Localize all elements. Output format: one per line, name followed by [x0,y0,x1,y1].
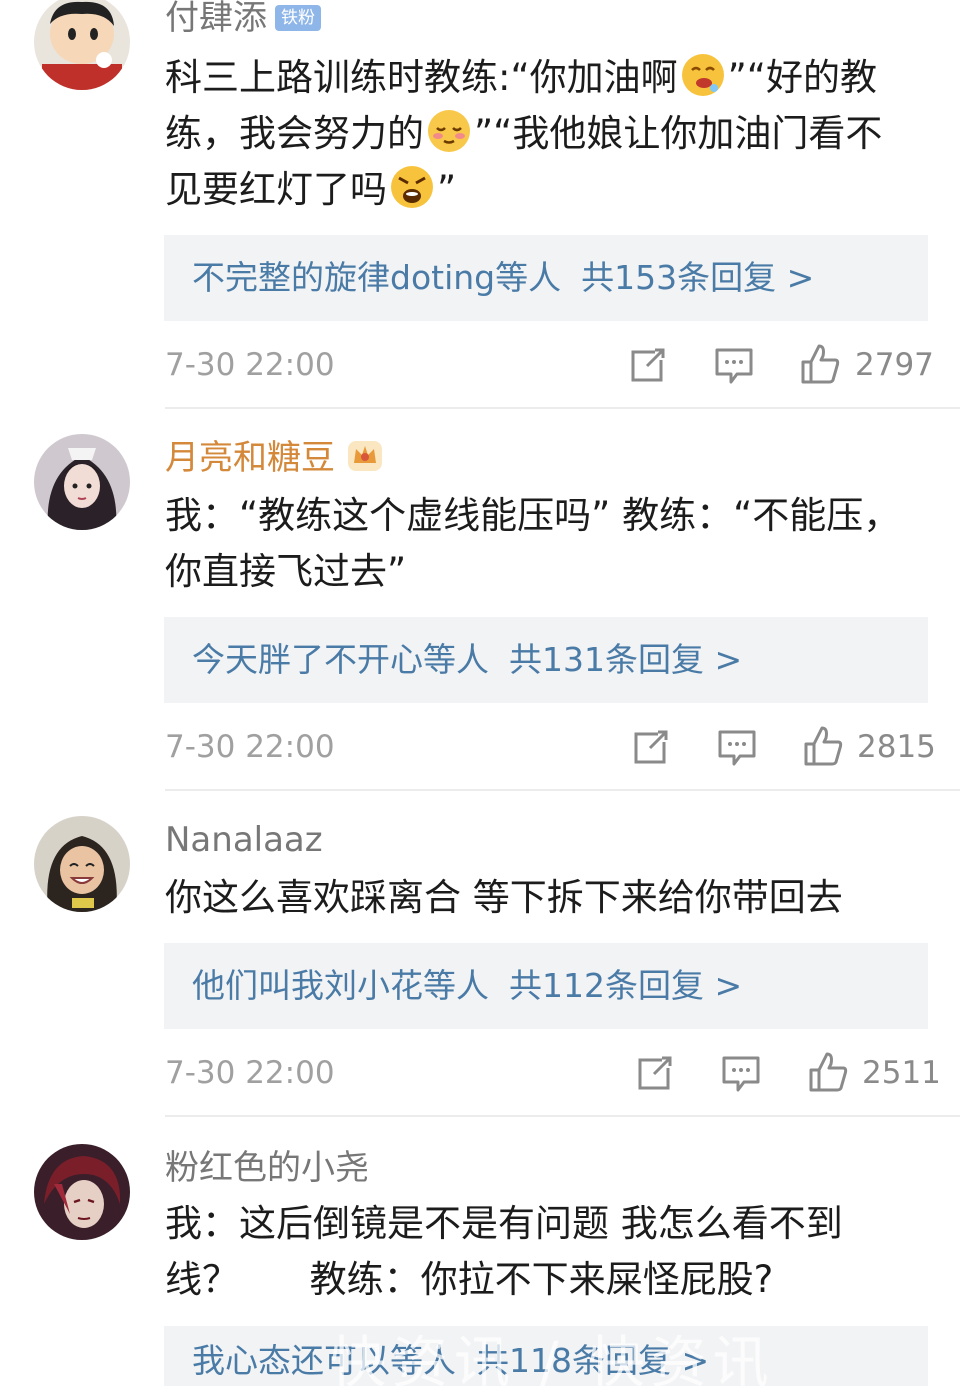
watermark: 快资讯 / 快资讯 [330,1331,775,1396]
comment-actions: 7-30 22:00 2815 [165,722,936,772]
comment-icon[interactable] [714,724,760,770]
comment-text: 科三上路训练时教练:“你加油啊 ”“好的教 练，我会努力的 ”“我他娘让你加油门看不见… [165,50,925,218]
comment-actions: 7-30 22:00 2511 [165,1048,941,1098]
like-icon[interactable] [797,342,843,388]
avatar[interactable] [34,0,130,90]
like-icon[interactable] [800,724,846,770]
username[interactable]: Nanalaaz [165,818,323,862]
share-icon[interactable] [632,1050,678,1096]
avatar[interactable] [34,434,130,530]
like-count: 2511 [862,1055,941,1091]
timestamp: 7-30 22:00 [165,1055,335,1091]
comment-text: 你这么喜欢踩离合 等下拆下来给你带回去 [165,876,843,919]
fan-badge: 铁粉 [275,5,321,31]
like-count: 2815 [857,729,936,765]
divider [165,407,960,409]
replies-summary[interactable]: 今天胖了不开心等人 共131条回复 > [164,617,928,703]
comment-icon[interactable] [711,342,757,388]
comment-text: 我：这后倒镜是不是有问题 我怎么看不到 线？ 教练：你拉不下来屎怪屁股? [165,1202,843,1301]
username[interactable]: 月亮和糖豆 [165,436,384,480]
timestamp: 7-30 22:00 [165,729,335,765]
crown-badge-icon [347,441,382,471]
avatar[interactable] [34,1144,130,1240]
like-icon[interactable] [805,1050,851,1096]
timestamp: 7-30 22:00 [165,347,335,383]
username[interactable]: 粉红色的小尧 [165,1146,369,1190]
replies-summary[interactable]: 他们叫我刘小花等人 共112条回复 > [164,943,928,1029]
avatar[interactable] [34,816,130,912]
replies-summary[interactable]: 不完整的旋律doting等人 共153条回复 > [164,235,928,321]
username[interactable]: 付肆添 铁粉 [165,0,321,40]
divider [165,789,960,791]
drooling-face-emoji-icon [681,54,724,96]
comment-icon[interactable] [718,1050,764,1096]
angry-face-emoji-icon [391,166,433,208]
share-icon[interactable] [625,342,671,388]
like-count: 2797 [855,347,934,383]
divider [165,1115,960,1117]
comment-actions: 7-30 22:00 2797 [165,340,934,390]
comment-text: 我：“教练这个虚线能压吗” 教练：“不能压， 你直接飞过去” [165,494,901,593]
share-icon[interactable] [628,724,674,770]
shy-face-emoji-icon [428,110,470,152]
